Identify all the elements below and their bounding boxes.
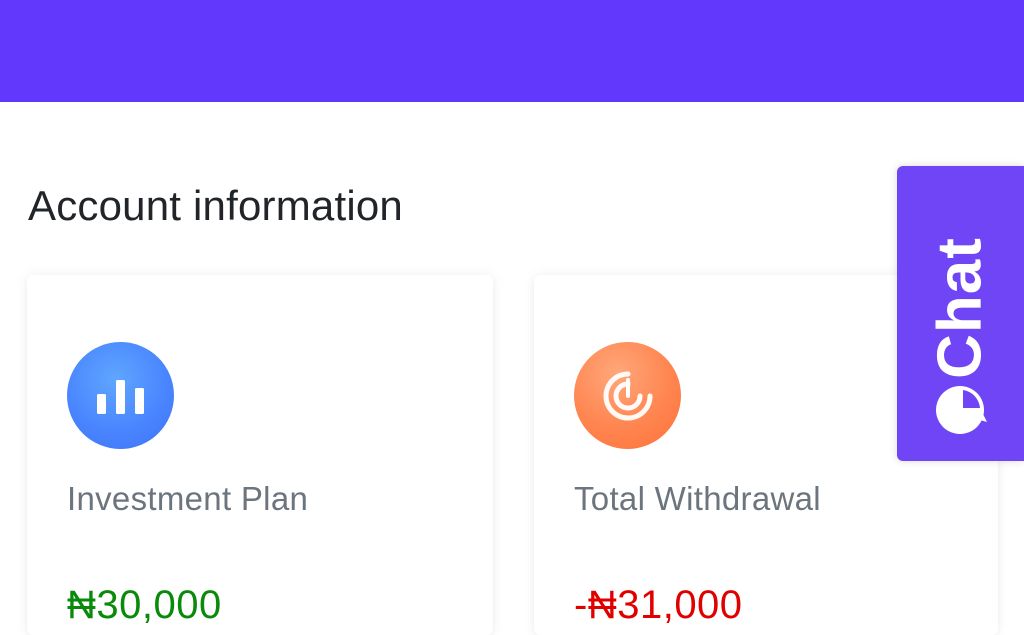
top-header-bar bbox=[0, 0, 1024, 102]
investment-plan-card[interactable]: Investment Plan ₦30,000 bbox=[27, 275, 493, 635]
chat-widget-button[interactable]: Chat bbox=[897, 166, 1024, 461]
chat-label: Chat bbox=[925, 237, 995, 379]
target-icon bbox=[574, 342, 681, 449]
chat-bubble-icon bbox=[933, 382, 989, 438]
investment-plan-amount: ₦30,000 bbox=[67, 583, 222, 627]
bar-chart-icon bbox=[67, 342, 174, 449]
total-withdrawal-amount: -₦31,000 bbox=[574, 583, 743, 627]
total-withdrawal-label: Total Withdrawal bbox=[574, 480, 821, 517]
page-title: Account information bbox=[28, 182, 403, 229]
investment-plan-label: Investment Plan bbox=[67, 480, 309, 517]
